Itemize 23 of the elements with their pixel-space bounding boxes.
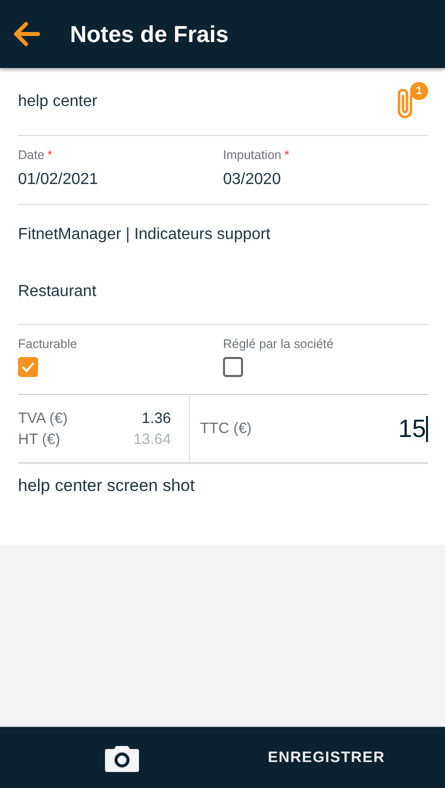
amount-label: HT (€) bbox=[18, 430, 62, 450]
subject-text: help center bbox=[18, 92, 98, 110]
checkbox[interactable] bbox=[223, 357, 243, 377]
check-icon bbox=[21, 361, 35, 373]
project-text[interactable]: FitnetManager | Indicateurs support bbox=[18, 226, 270, 244]
checkbox-label: Facturable bbox=[18, 337, 78, 351]
comment-text[interactable]: help center screen shot bbox=[18, 476, 195, 495]
imputation-label: Imputation * bbox=[223, 148, 290, 162]
screen-title: Notes de Frais bbox=[70, 20, 228, 48]
date-value[interactable]: 01/02/2021 bbox=[18, 171, 223, 189]
amount-value: 13.64 bbox=[133, 430, 171, 450]
date-label: Date * bbox=[18, 148, 54, 162]
save-button[interactable]: ENREGISTRER bbox=[260, 741, 393, 774]
attachment-count-badge: 1 bbox=[410, 82, 428, 100]
category-text[interactable]: Restaurant bbox=[18, 283, 96, 301]
checkbox[interactable] bbox=[18, 357, 38, 377]
imputation-value[interactable]: 03/2020 bbox=[223, 171, 428, 189]
total-label: TTC (€) bbox=[200, 420, 252, 437]
amount-value: 1.36 bbox=[140, 408, 171, 428]
amount-label: TVA (€) bbox=[18, 408, 69, 428]
checkbox-label: Réglé par la société bbox=[223, 337, 334, 351]
back-arrow-icon[interactable] bbox=[12, 20, 40, 48]
total-input[interactable]: 15 bbox=[398, 416, 428, 442]
